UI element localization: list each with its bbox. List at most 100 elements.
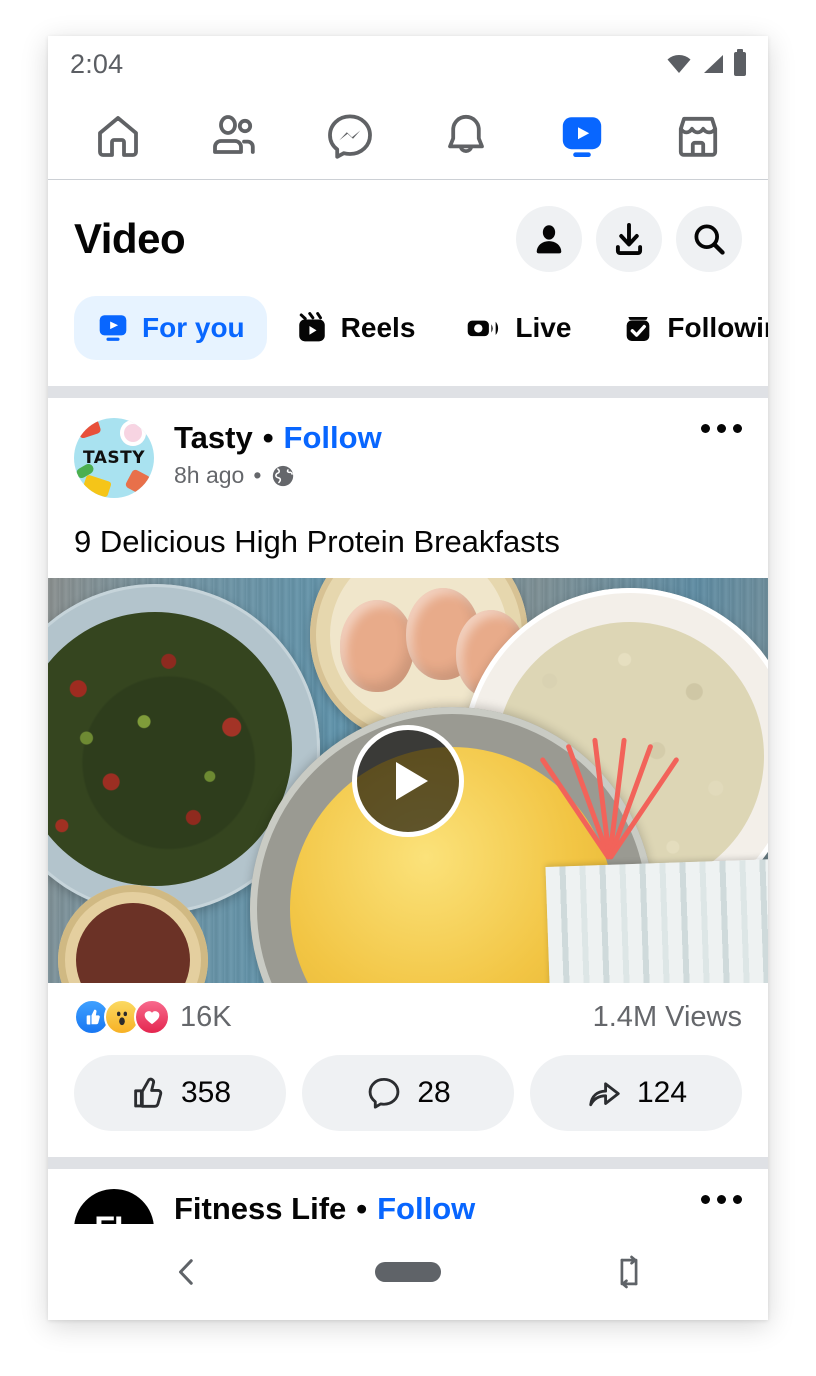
android-navigation-bar — [48, 1224, 768, 1320]
status-clock: 2:04 — [70, 48, 124, 79]
status-bar: 2:04 — [48, 36, 768, 92]
chopped-herbs — [48, 612, 292, 886]
video-tab-strip: For you Reels Live Followi — [48, 282, 768, 386]
post-author-name[interactable]: Tasty — [174, 420, 253, 456]
download-icon — [615, 222, 643, 256]
share-button[interactable]: 124 — [530, 1055, 742, 1131]
more-options-icon — [701, 424, 710, 433]
avatar[interactable]: TASTY — [74, 418, 154, 498]
post-author-row: Tasty • Follow — [174, 420, 382, 456]
more-options-icon — [717, 424, 726, 433]
post-separator: • — [356, 1191, 368, 1226]
avatar-deco-chili — [76, 418, 102, 440]
video-page-header: Video — [48, 180, 768, 282]
video-icon — [562, 116, 602, 157]
post-caption: 9 Delicious High Protein Breakfasts — [74, 524, 560, 559]
kitchen-cloth — [545, 859, 768, 983]
nav-item-messenger[interactable] — [314, 106, 386, 166]
search-icon — [694, 224, 725, 255]
home-icon — [98, 115, 138, 157]
more-options-button[interactable] — [701, 1195, 742, 1204]
screenshot-canvas: 2:04 Video For you Reels Live Followi TA… — [0, 0, 816, 1376]
nav-item-video[interactable] — [546, 106, 618, 166]
small-bowl-contents — [76, 903, 190, 983]
globe-icon — [273, 465, 294, 486]
post-meta: Fitness Life • Follow — [174, 1189, 475, 1227]
marketplace-icon — [678, 116, 718, 157]
tab-following[interactable]: Following — [599, 296, 768, 360]
nav-item-notifications[interactable] — [430, 106, 502, 166]
post-timestamp: 8h ago — [174, 462, 245, 488]
header-actions — [516, 206, 742, 272]
friends-icon — [213, 114, 255, 154]
post-separator: • — [253, 462, 262, 488]
more-options-icon — [733, 424, 742, 433]
post-action-bar: 358 28 124 — [48, 1047, 768, 1157]
nav-item-friends[interactable] — [198, 106, 270, 166]
phone-frame: 2:04 Video For you Reels Live Followi TA… — [48, 36, 768, 1320]
post-stats-row: 16K 1.4M Views — [48, 983, 768, 1047]
live-camera-icon — [468, 320, 499, 337]
back-chevron-icon[interactable] — [170, 1255, 204, 1289]
egg — [340, 600, 414, 692]
like-button[interactable]: 358 — [74, 1055, 286, 1131]
follow-button[interactable]: Follow — [377, 1191, 475, 1227]
download-button[interactable] — [596, 206, 662, 272]
post-separator: • — [262, 420, 274, 455]
play-button[interactable] — [352, 724, 464, 837]
tab-label: Live — [515, 312, 572, 343]
more-options-icon — [701, 1195, 710, 1204]
search-button[interactable] — [676, 206, 742, 272]
share-count: 124 — [636, 1076, 688, 1109]
battery-icon — [734, 49, 746, 76]
more-options-icon — [717, 1195, 726, 1204]
share-arrow-icon — [589, 1082, 620, 1107]
tab-reels[interactable]: Reels — [273, 296, 438, 360]
avatar-label: TASTY — [82, 448, 146, 468]
avatar-deco-lemon — [82, 474, 112, 498]
profile-icon — [536, 225, 562, 254]
rotate-screen-icon[interactable] — [612, 1255, 646, 1289]
reels-icon — [298, 312, 325, 342]
post-author-name[interactable]: Fitness Life — [174, 1191, 346, 1227]
post-author-row: Fitness Life • Follow — [174, 1191, 475, 1227]
avatar-deco-bread — [124, 468, 152, 496]
post-timestamp-row: 8h ago • — [174, 462, 382, 489]
cellular-signal-icon — [704, 55, 723, 73]
post-meta: Tasty • Follow 8h ago • — [174, 418, 382, 489]
app-top-navigation — [48, 92, 768, 180]
reaction-count: 16K — [180, 1000, 232, 1033]
wifi-icon — [667, 55, 691, 73]
page-title: Video — [74, 215, 186, 262]
love-reaction-icon — [134, 999, 170, 1035]
profile-button[interactable] — [516, 206, 582, 272]
video-play-icon — [99, 315, 127, 341]
section-divider — [48, 386, 768, 398]
play-button-icon — [396, 761, 428, 800]
tab-label: Following — [667, 312, 768, 343]
section-divider — [48, 1157, 768, 1169]
like-count: 358 — [180, 1076, 232, 1109]
status-system-icons — [666, 49, 746, 76]
comment-button[interactable]: 28 — [302, 1055, 514, 1131]
nav-item-marketplace[interactable] — [662, 106, 734, 166]
post-card-tasty: TASTY Tasty • Follow 8h ago • 9 Deliciou… — [48, 398, 768, 1157]
tab-live[interactable]: Live — [443, 296, 593, 360]
comment-bubble-icon — [368, 1077, 400, 1109]
view-count: 1.4M Views — [592, 1000, 742, 1033]
home-pill-indicator[interactable] — [375, 1262, 441, 1282]
avatar-deco-donut — [120, 420, 146, 446]
thumbs-up-icon — [134, 1077, 163, 1108]
follow-button[interactable]: Follow — [284, 420, 382, 456]
video-thumbnail[interactable] — [48, 578, 768, 983]
more-options-button[interactable] — [701, 424, 742, 433]
tab-label: Reels — [340, 312, 416, 343]
tab-for-you[interactable]: For you — [74, 296, 267, 360]
messenger-icon — [328, 114, 372, 159]
post-header: TASTY Tasty • Follow 8h ago • — [48, 398, 768, 498]
nav-item-home[interactable] — [82, 106, 154, 166]
following-check-icon — [627, 316, 650, 342]
more-options-icon — [733, 1195, 742, 1204]
bell-icon — [448, 114, 484, 153]
reactions-group[interactable]: 16K — [74, 999, 232, 1035]
